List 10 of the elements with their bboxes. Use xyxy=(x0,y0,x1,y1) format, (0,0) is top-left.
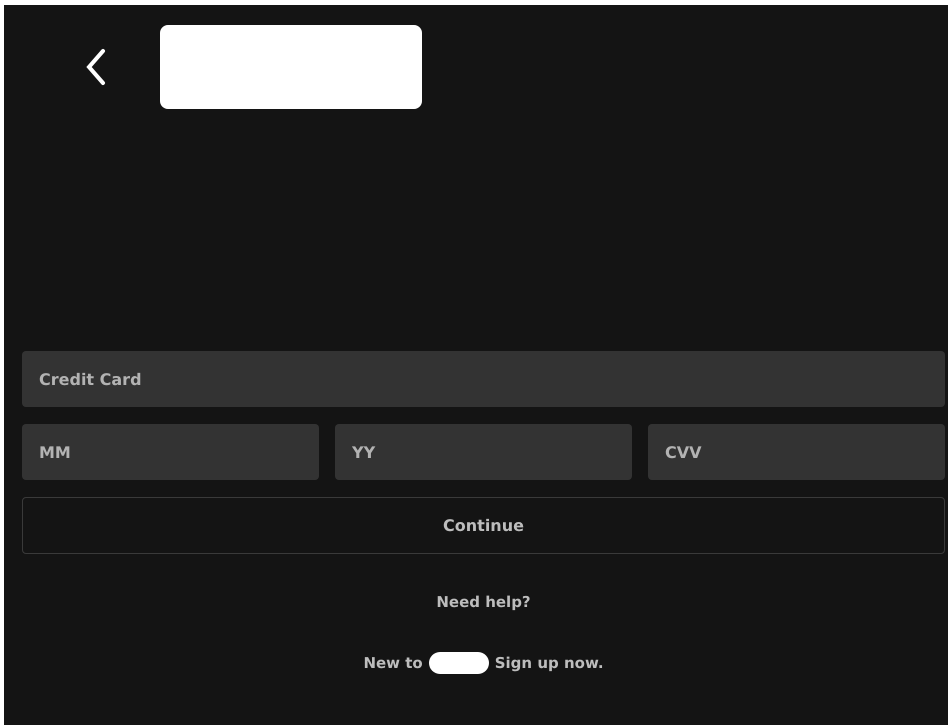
input-field[interactable]: MM xyxy=(22,424,319,480)
help-link[interactable]: Need help? xyxy=(436,593,531,611)
redacted-block xyxy=(428,652,489,674)
signup-prompt: New to xyxy=(363,654,423,672)
credit-card-field[interactable]: Credit Card xyxy=(22,351,945,407)
signup-link[interactable]: Sign up now. xyxy=(494,654,604,672)
input-field[interactable]: YY xyxy=(335,424,632,480)
input-field[interactable]: CVV xyxy=(648,424,945,480)
back-chevron-icon xyxy=(85,48,107,86)
continue-button[interactable]: Continue xyxy=(22,497,945,554)
